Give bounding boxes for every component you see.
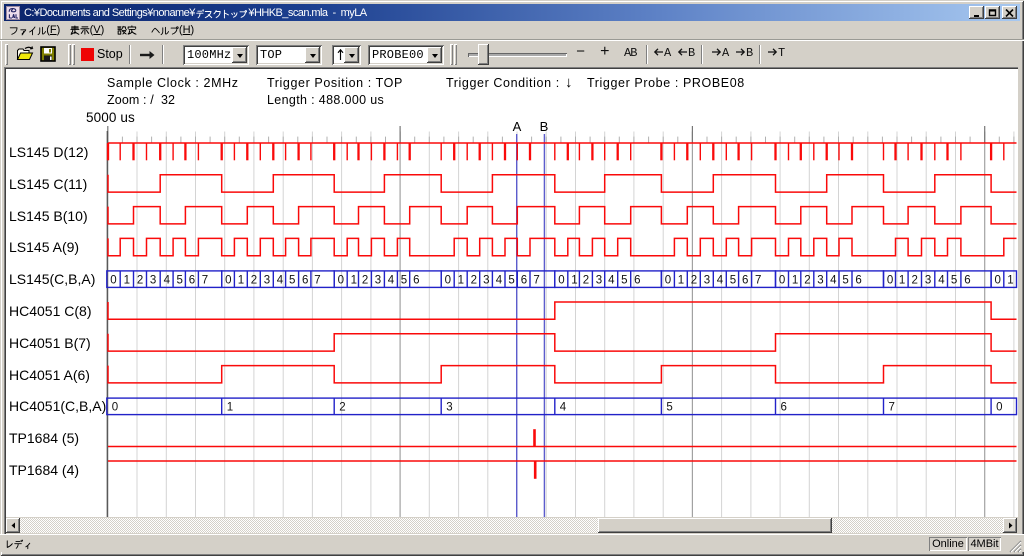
svg-text:4: 4 [388,274,395,286]
svg-text:6: 6 [781,402,787,414]
svg-text:4: 4 [717,274,724,286]
svg-text:3: 3 [150,274,156,286]
svg-text:7: 7 [889,402,895,414]
svg-text:2: 2 [137,274,143,286]
svg-text:4: 4 [496,274,503,286]
svg-text:0: 0 [445,274,451,286]
svg-text:2: 2 [691,274,697,286]
svg-text:5: 5 [289,274,295,286]
svg-text:2: 2 [912,274,918,286]
svg-text:5: 5 [730,274,736,286]
svg-text:5: 5 [401,274,407,286]
svg-text:0: 0 [995,274,1001,286]
svg-text:6: 6 [634,274,640,286]
svg-text:5: 5 [177,274,183,286]
svg-text:0: 0 [779,274,785,286]
svg-text:4: 4 [560,402,567,414]
svg-text:2: 2 [583,274,589,286]
svg-text:1: 1 [678,274,684,286]
svg-text:4: 4 [608,274,615,286]
svg-text:1: 1 [571,274,577,286]
svg-text:4: 4 [938,274,945,286]
svg-text:6: 6 [302,274,308,286]
svg-text:3: 3 [817,274,823,286]
svg-text:5: 5 [508,274,514,286]
svg-text:6: 6 [521,274,527,286]
svg-text:0: 0 [887,274,893,286]
svg-text:6: 6 [413,274,419,286]
svg-text:1: 1 [124,274,130,286]
svg-text:7: 7 [314,274,320,286]
svg-text:3: 3 [375,274,381,286]
svg-text:1: 1 [238,274,244,286]
svg-text:2: 2 [339,402,345,414]
svg-text:1: 1 [351,274,357,286]
svg-text:4: 4 [277,274,284,286]
svg-text:7: 7 [533,274,539,286]
svg-text:5: 5 [842,274,848,286]
svg-text:1: 1 [792,274,798,286]
svg-text:2: 2 [362,274,368,286]
svg-text:1: 1 [899,274,905,286]
svg-text:3: 3 [704,274,710,286]
svg-text:1: 1 [458,274,464,286]
svg-text:6: 6 [855,274,861,286]
svg-text:0: 0 [225,274,231,286]
svg-text:2: 2 [471,274,477,286]
svg-text:1: 1 [227,402,233,414]
svg-text:6: 6 [189,274,195,286]
svg-text:3: 3 [446,402,452,414]
svg-text:2: 2 [804,274,810,286]
svg-text:1: 1 [1007,274,1013,286]
svg-text:4: 4 [830,274,837,286]
svg-text:5: 5 [621,274,627,286]
svg-text:0: 0 [996,402,1002,414]
svg-text:3: 3 [264,274,270,286]
svg-text:0: 0 [110,274,116,286]
svg-text:4: 4 [164,274,171,286]
svg-text:5: 5 [951,274,957,286]
svg-text:3: 3 [483,274,489,286]
svg-text:0: 0 [558,274,564,286]
svg-text:0: 0 [112,402,118,414]
svg-text:0: 0 [338,274,344,286]
svg-text:5: 5 [666,402,672,414]
svg-text:3: 3 [596,274,602,286]
svg-text:6: 6 [964,274,970,286]
svg-text:2: 2 [251,274,257,286]
svg-text:7: 7 [202,274,208,286]
svg-text:0: 0 [665,274,671,286]
svg-text:6: 6 [742,274,748,286]
svg-text:7: 7 [755,274,761,286]
svg-text:3: 3 [925,274,931,286]
